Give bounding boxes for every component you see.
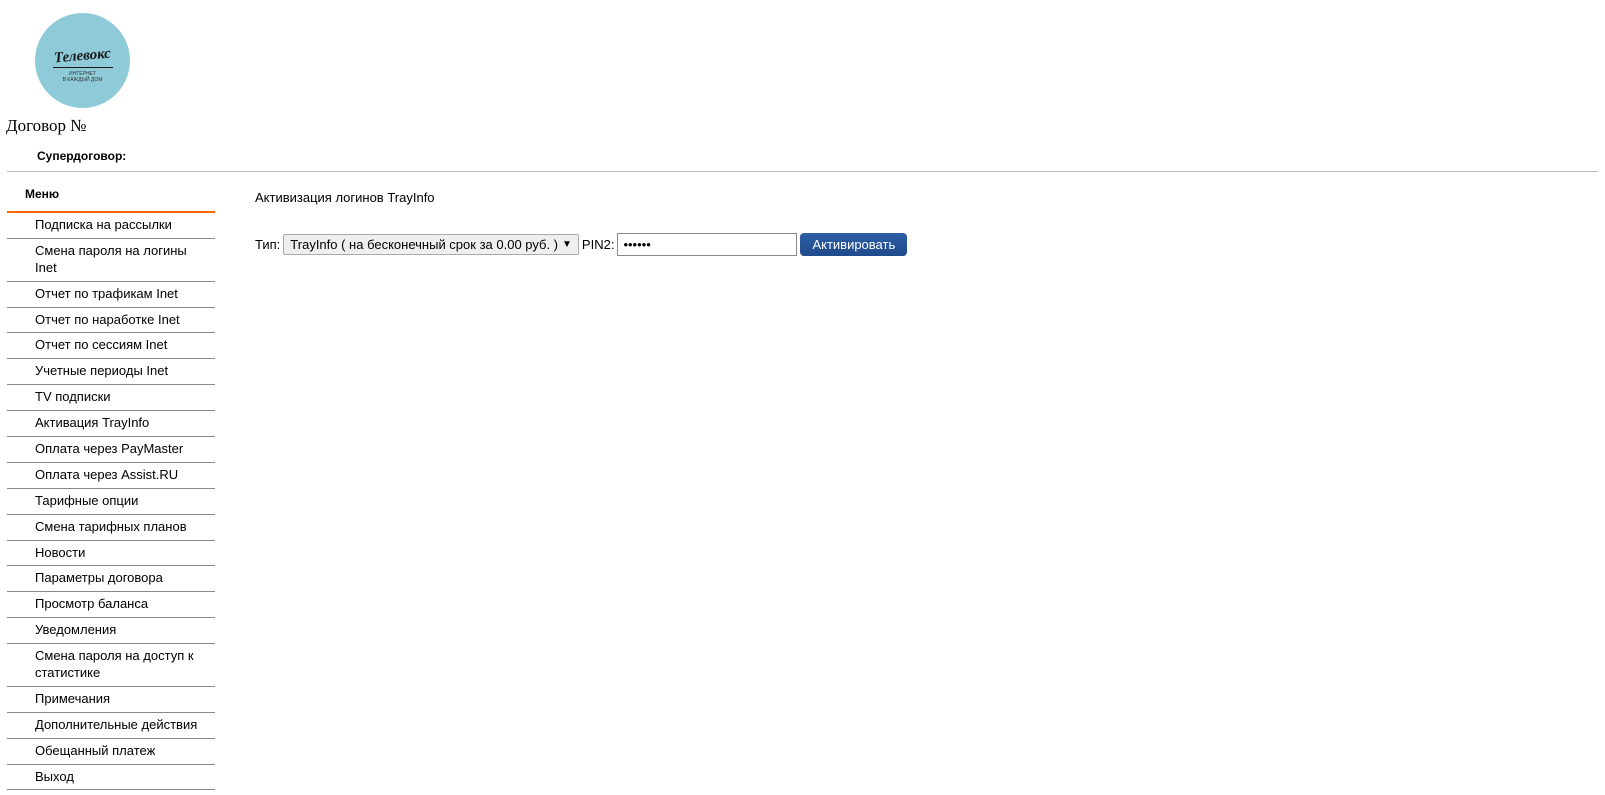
sidebar-item-notes[interactable]: Примечания (7, 687, 215, 713)
contract-number-label: Договор № (5, 116, 1600, 144)
dropdown-caret-icon: ▼ (562, 239, 572, 250)
sidebar: Меню Подписка на рассылки Смена пароля н… (5, 187, 215, 790)
sidebar-item-activate-trayinfo[interactable]: Активация TrayInfo (7, 411, 215, 437)
sidebar-item-traffic-report[interactable]: Отчет по трафикам Inet (7, 282, 215, 308)
sidebar-item-pay-paymaster[interactable]: Оплата через PayMaster (7, 437, 215, 463)
activate-button[interactable]: Активировать (800, 233, 907, 256)
sidebar-item-sessions-report[interactable]: Отчет по сессиям Inet (7, 333, 215, 359)
sidebar-item-change-tariff[interactable]: Смена тарифных планов (7, 515, 215, 541)
sidebar-item-tariff-options[interactable]: Тарифные опции (7, 489, 215, 515)
sidebar-item-logout[interactable]: Выход (7, 765, 215, 791)
sidebar-item-pay-assistru[interactable]: Оплата через Assist.RU (7, 463, 215, 489)
logo-underline (53, 67, 113, 68)
menu-list: Подписка на рассылки Смена пароля на лог… (7, 213, 215, 790)
sidebar-item-change-password-inet[interactable]: Смена пароля на логины Inet (7, 239, 215, 282)
sidebar-item-notifications[interactable]: Уведомления (7, 618, 215, 644)
sidebar-item-accounting-periods[interactable]: Учетные периоды Inet (7, 359, 215, 385)
sidebar-item-balance[interactable]: Просмотр баланса (7, 592, 215, 618)
logo-brand-text: Телевокс (53, 46, 111, 68)
type-label: Тип: (255, 237, 280, 252)
sidebar-item-change-stats-password[interactable]: Смена пароля на доступ к статистике (7, 644, 215, 687)
menu-title: Меню (7, 187, 215, 211)
pin2-input[interactable] (617, 233, 797, 256)
logo: Телевокс ИНТЕРНЕТ В КАЖДЫЙ ДОМ (35, 13, 130, 108)
super-contract-label: Супердоговор: (7, 144, 1598, 172)
activation-form: Тип: TrayInfo ( на бесконечный срок за 0… (255, 233, 1600, 256)
logo-subtext: ИНТЕРНЕТ В КАЖДЫЙ ДОМ (63, 71, 103, 83)
sidebar-item-news[interactable]: Новости (7, 541, 215, 567)
sidebar-item-work-report[interactable]: Отчет по наработке Inet (7, 308, 215, 334)
sidebar-item-tv-subscriptions[interactable]: TV подписки (7, 385, 215, 411)
type-select[interactable]: TrayInfo ( на бесконечный срок за 0.00 р… (283, 234, 579, 255)
sidebar-item-contract-params[interactable]: Параметры договора (7, 566, 215, 592)
sidebar-item-additional-actions[interactable]: Дополнительные действия (7, 713, 215, 739)
type-select-value: TrayInfo ( на бесконечный срок за 0.00 р… (290, 237, 558, 252)
page-title: Активизация логинов TrayInfo (255, 190, 1600, 205)
main-content: Активизация логинов TrayInfo Тип: TrayIn… (215, 187, 1600, 790)
sidebar-item-promised-payment[interactable]: Обещанный платеж (7, 739, 215, 765)
sidebar-item-subscription[interactable]: Подписка на рассылки (7, 213, 215, 239)
pin2-label: PIN2: (582, 237, 615, 252)
logo-area: Телевокс ИНТЕРНЕТ В КАЖДЫЙ ДОМ (5, 5, 1600, 116)
